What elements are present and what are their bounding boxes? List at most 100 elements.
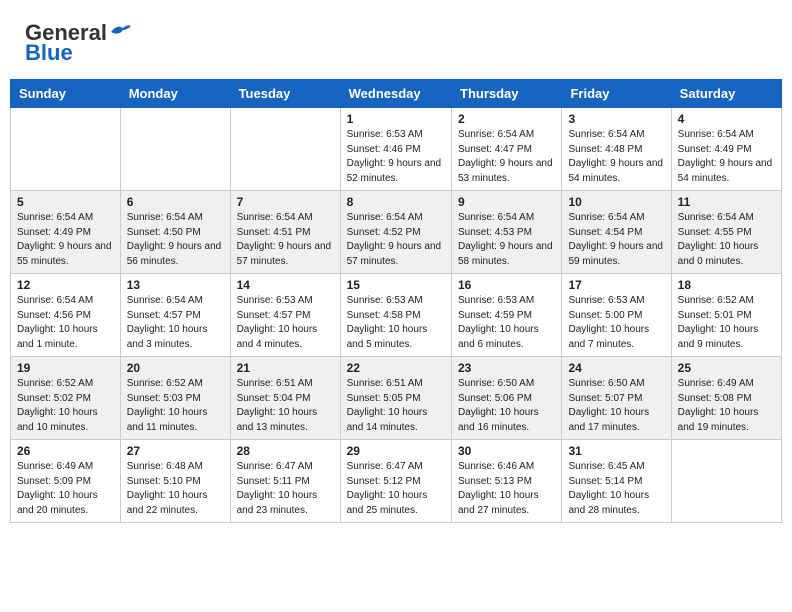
day-info: Sunrise: 6:47 AMSunset: 5:12 PMDaylight:… — [347, 460, 445, 518]
day-number: 8 — [347, 195, 445, 209]
day-number: 4 — [678, 112, 775, 126]
day-number: 27 — [127, 444, 224, 458]
day-info: Sunrise: 6:49 AMSunset: 5:08 PMDaylight:… — [678, 377, 775, 435]
day-info: Sunrise: 6:53 AMSunset: 4:57 PMDaylight:… — [237, 294, 334, 352]
calendar-cell: 19Sunrise: 6:52 AMSunset: 5:02 PMDayligh… — [11, 357, 121, 440]
day-number: 19 — [17, 361, 114, 375]
day-number: 24 — [568, 361, 664, 375]
day-info: Sunrise: 6:54 AMSunset: 4:57 PMDaylight:… — [127, 294, 224, 352]
day-number: 31 — [568, 444, 664, 458]
day-number: 13 — [127, 278, 224, 292]
calendar-cell: 14 Sunrise: 6:53 AMSunset: 4:57 PMDayligh… — [230, 274, 340, 357]
day-number: 9 — [458, 195, 555, 209]
calendar-table: SundayMondayTuesdayWednesdayThursdayFrid… — [10, 79, 782, 523]
day-info: Sunrise: 6:54 AMSunset: 4:50 PMDaylight:… — [127, 211, 224, 269]
calendar-cell: 30 Sunrise: 6:46 AMSunset: 5:13 PMDayligh… — [452, 440, 562, 523]
day-info: Sunrise: 6:47 AMSunset: 5:11 PMDaylight:… — [237, 460, 334, 518]
day-info: Sunrise: 6:51 AMSunset: 5:04 PMDaylight:… — [237, 377, 334, 435]
calendar-cell: 12 Sunrise: 6:54 AMSunset: 4:56 PMDayligh… — [11, 274, 121, 357]
day-number: 30 — [458, 444, 555, 458]
day-info: Sunrise: 6:54 AMSunset: 4:51 PMDaylight:… — [237, 211, 334, 269]
calendar-cell: 15Sunrise: 6:53 AMSunset: 4:58 PMDayligh… — [340, 274, 451, 357]
calendar-cell: 25Sunrise: 6:49 AMSunset: 5:08 PMDayligh… — [671, 357, 781, 440]
weekday-header-saturday: Saturday — [671, 80, 781, 108]
calendar-cell — [671, 440, 781, 523]
calendar-cell: 23 Sunrise: 6:50 AMSunset: 5:06 PMDayligh… — [452, 357, 562, 440]
calendar-cell: 9 Sunrise: 6:54 AMSunset: 4:53 PMDaylight… — [452, 191, 562, 274]
day-info: Sunrise: 6:54 AMSunset: 4:55 PMDaylight:… — [678, 211, 775, 269]
calendar-cell: 4 Sunrise: 6:54 AMSunset: 4:49 PMDaylight… — [671, 108, 781, 191]
day-number: 17 — [568, 278, 664, 292]
calendar-cell: 27 Sunrise: 6:48 AMSunset: 5:10 PMDayligh… — [120, 440, 230, 523]
day-number: 16 — [458, 278, 555, 292]
day-number: 14 — [237, 278, 334, 292]
logo-blue-text: Blue — [25, 40, 73, 66]
calendar-cell: 11 Sunrise: 6:54 AMSunset: 4:55 PMDayligh… — [671, 191, 781, 274]
calendar-cell: 20Sunrise: 6:52 AMSunset: 5:03 PMDayligh… — [120, 357, 230, 440]
day-number: 12 — [17, 278, 114, 292]
calendar-cell: 10Sunrise: 6:54 AMSunset: 4:54 PMDayligh… — [562, 191, 671, 274]
day-info: Sunrise: 6:54 AMSunset: 4:49 PMDaylight:… — [17, 211, 114, 269]
day-info: Sunrise: 6:52 AMSunset: 5:01 PMDaylight:… — [678, 294, 775, 352]
day-info: Sunrise: 6:45 AMSunset: 5:14 PMDaylight:… — [568, 460, 664, 518]
day-info: Sunrise: 6:54 AMSunset: 4:48 PMDaylight:… — [568, 128, 664, 186]
calendar-cell: 29 Sunrise: 6:47 AMSunset: 5:12 PMDayligh… — [340, 440, 451, 523]
day-info: Sunrise: 6:53 AMSunset: 4:58 PMDaylight:… — [347, 294, 445, 352]
day-number: 6 — [127, 195, 224, 209]
day-info: Sunrise: 6:54 AMSunset: 4:47 PMDaylight:… — [458, 128, 555, 186]
calendar-week-row: 1 Sunrise: 6:53 AMSunset: 4:46 PMDaylight… — [11, 108, 782, 191]
calendar-cell: 22 Sunrise: 6:51 AMSunset: 5:05 PMDayligh… — [340, 357, 451, 440]
calendar-cell: 1 Sunrise: 6:53 AMSunset: 4:46 PMDaylight… — [340, 108, 451, 191]
day-info: Sunrise: 6:51 AMSunset: 5:05 PMDaylight:… — [347, 377, 445, 435]
weekday-header-wednesday: Wednesday — [340, 80, 451, 108]
calendar-cell — [120, 108, 230, 191]
calendar-cell: 6 Sunrise: 6:54 AMSunset: 4:50 PMDaylight… — [120, 191, 230, 274]
weekday-header-monday: Monday — [120, 80, 230, 108]
day-number: 23 — [458, 361, 555, 375]
day-info: Sunrise: 6:53 AMSunset: 4:46 PMDaylight:… — [347, 128, 445, 186]
day-info: Sunrise: 6:53 AMSunset: 4:59 PMDaylight:… — [458, 294, 555, 352]
day-info: Sunrise: 6:49 AMSunset: 5:09 PMDaylight:… — [17, 460, 114, 518]
calendar-week-row: 26Sunrise: 6:49 AMSunset: 5:09 PMDayligh… — [11, 440, 782, 523]
calendar-cell: 31 Sunrise: 6:45 AMSunset: 5:14 PMDayligh… — [562, 440, 671, 523]
day-number: 29 — [347, 444, 445, 458]
calendar-cell: 26Sunrise: 6:49 AMSunset: 5:09 PMDayligh… — [11, 440, 121, 523]
day-info: Sunrise: 6:48 AMSunset: 5:10 PMDaylight:… — [127, 460, 224, 518]
day-number: 21 — [237, 361, 334, 375]
calendar-cell: 5 Sunrise: 6:54 AMSunset: 4:49 PMDaylight… — [11, 191, 121, 274]
day-number: 28 — [237, 444, 334, 458]
calendar-cell — [230, 108, 340, 191]
weekday-header-tuesday: Tuesday — [230, 80, 340, 108]
calendar-cell: 17Sunrise: 6:53 AMSunset: 5:00 PMDayligh… — [562, 274, 671, 357]
day-number: 18 — [678, 278, 775, 292]
calendar-week-row: 12 Sunrise: 6:54 AMSunset: 4:56 PMDayligh… — [11, 274, 782, 357]
calendar-cell: 24 Sunrise: 6:50 AMSunset: 5:07 PMDayligh… — [562, 357, 671, 440]
day-info: Sunrise: 6:50 AMSunset: 5:06 PMDaylight:… — [458, 377, 555, 435]
day-number: 5 — [17, 195, 114, 209]
day-number: 22 — [347, 361, 445, 375]
day-info: Sunrise: 6:52 AMSunset: 5:03 PMDaylight:… — [127, 377, 224, 435]
weekday-header-thursday: Thursday — [452, 80, 562, 108]
calendar-cell: 2 Sunrise: 6:54 AMSunset: 4:47 PMDaylight… — [452, 108, 562, 191]
calendar-cell — [11, 108, 121, 191]
day-info: Sunrise: 6:54 AMSunset: 4:49 PMDaylight:… — [678, 128, 775, 186]
day-number: 1 — [347, 112, 445, 126]
day-info: Sunrise: 6:54 AMSunset: 4:53 PMDaylight:… — [458, 211, 555, 269]
day-info: Sunrise: 6:54 AMSunset: 4:56 PMDaylight:… — [17, 294, 114, 352]
day-number: 7 — [237, 195, 334, 209]
calendar-cell: 21 Sunrise: 6:51 AMSunset: 5:04 PMDayligh… — [230, 357, 340, 440]
logo-bird-icon — [109, 22, 131, 40]
day-info: Sunrise: 6:54 AMSunset: 4:52 PMDaylight:… — [347, 211, 445, 269]
weekday-header-sunday: Sunday — [11, 80, 121, 108]
calendar-cell: 3Sunrise: 6:54 AMSunset: 4:48 PMDaylight… — [562, 108, 671, 191]
day-number: 11 — [678, 195, 775, 209]
calendar-week-row: 19Sunrise: 6:52 AMSunset: 5:02 PMDayligh… — [11, 357, 782, 440]
calendar-cell: 16 Sunrise: 6:53 AMSunset: 4:59 PMDayligh… — [452, 274, 562, 357]
day-info: Sunrise: 6:46 AMSunset: 5:13 PMDaylight:… — [458, 460, 555, 518]
calendar-cell: 28 Sunrise: 6:47 AMSunset: 5:11 PMDayligh… — [230, 440, 340, 523]
calendar-cell: 18 Sunrise: 6:52 AMSunset: 5:01 PMDayligh… — [671, 274, 781, 357]
day-info: Sunrise: 6:50 AMSunset: 5:07 PMDaylight:… — [568, 377, 664, 435]
calendar-cell: 7 Sunrise: 6:54 AMSunset: 4:51 PMDaylight… — [230, 191, 340, 274]
weekday-header-friday: Friday — [562, 80, 671, 108]
day-number: 2 — [458, 112, 555, 126]
